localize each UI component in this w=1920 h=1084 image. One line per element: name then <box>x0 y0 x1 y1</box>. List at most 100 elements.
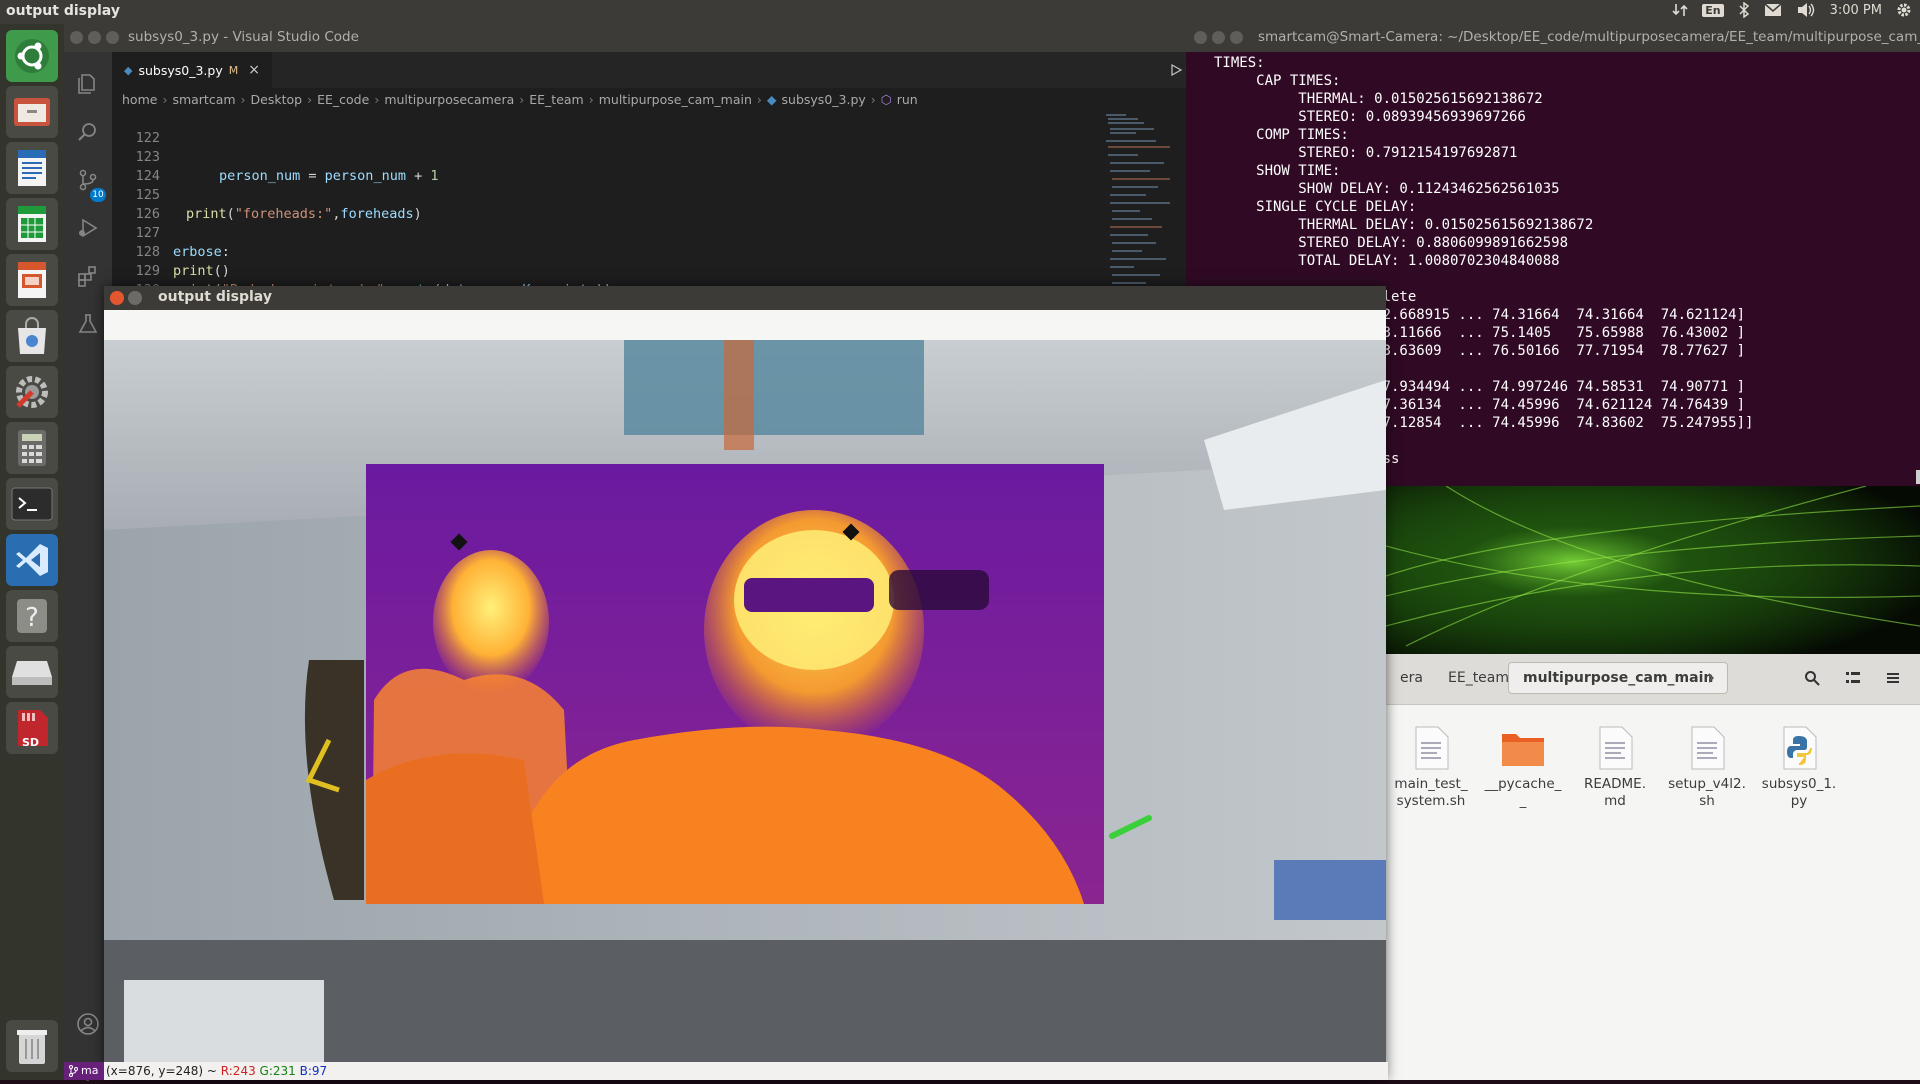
terminal-icon[interactable] <box>6 478 58 530</box>
vscode-window-title: subsys0_3.py - Visual Studio Code <box>128 29 359 45</box>
close-button[interactable] <box>110 291 124 305</box>
breadcrumb-item[interactable]: multipurposecamera <box>384 92 514 107</box>
account-icon[interactable] <box>76 1012 100 1036</box>
minimize-button[interactable] <box>88 31 101 44</box>
software-icon[interactable] <box>6 310 58 362</box>
folder-icon <box>1502 734 1544 766</box>
terminal-line: COMP TIMES: <box>1214 127 1349 143</box>
output-titlebar[interactable]: output display <box>104 286 1386 310</box>
writer-icon[interactable] <box>6 142 58 194</box>
folder-item[interactable]: __pycache_ _ <box>1478 726 1568 810</box>
impress-icon[interactable] <box>6 254 58 306</box>
terminal-line: STEREO: 0.08939456939697266 <box>1214 109 1526 125</box>
terminal-line: CAP TIMES: <box>1214 73 1341 89</box>
run-debug-icon[interactable] <box>76 216 100 240</box>
trash-icon[interactable] <box>6 1020 58 1072</box>
calculator-icon[interactable] <box>6 422 58 474</box>
breadcrumb-item[interactable]: EE_team <box>529 92 583 107</box>
minimize-button[interactable] <box>1212 31 1225 44</box>
search-icon[interactable] <box>76 120 100 144</box>
tab-close-icon[interactable]: × <box>248 62 260 78</box>
close-button[interactable] <box>1194 31 1207 44</box>
vscode-titlebar[interactable]: subsys0_3.py - Visual Studio Code <box>64 24 1186 52</box>
breadcrumb-item[interactable]: home <box>122 92 157 107</box>
chevron-right-icon[interactable] <box>1708 672 1716 684</box>
file-item[interactable]: README. md <box>1570 726 1660 810</box>
file-item[interactable]: setup_v4l2. sh <box>1662 726 1752 810</box>
terminal-line: SHOW DELAY: 0.11243462562561035 <box>1214 181 1560 197</box>
file-name: subsys0_1. py <box>1761 776 1837 809</box>
file-item[interactable]: subsys0_1. py <box>1754 726 1844 810</box>
pixel-blue: B:97 <box>299 1064 328 1078</box>
terminal-line: TIMES: <box>1214 55 1265 71</box>
clock[interactable]: 3:00 PM <box>1830 3 1882 18</box>
code-line: 124 <box>112 148 1012 184</box>
calc-icon[interactable] <box>6 198 58 250</box>
files-icon[interactable] <box>6 86 58 138</box>
terminal-line: STEREO DELAY: 0.8806099891662598 <box>1214 235 1569 251</box>
testing-flask-icon[interactable] <box>76 312 100 336</box>
menu-icon[interactable] <box>1886 671 1900 685</box>
breadcrumb-item[interactable]: subsys0_3.py <box>782 92 866 107</box>
output-status-bar: (x=876, y=248) ~ R:243 G:231 B:97 <box>104 1062 1388 1080</box>
vscode-icon[interactable] <box>6 534 58 586</box>
code-editor[interactable]: 122 123 person_num = person_num + 1 124 … <box>112 110 1166 310</box>
breadcrumb-item[interactable]: multipurpose_cam_main <box>599 92 752 107</box>
output-display-window: output display (x=876, y=248) ~ R:243 G:… <box>104 286 1388 1080</box>
code-line: 127 erbose: <box>112 205 1012 260</box>
vscode-status-bar: ma <box>64 1062 104 1080</box>
terminal-scrollbar[interactable] <box>1916 470 1920 484</box>
minimize-button[interactable] <box>128 291 142 305</box>
svg-text:?: ? <box>25 603 39 633</box>
breadcrumb-item[interactable]: Desktop <box>251 92 303 107</box>
camera-image[interactable] <box>104 340 1386 1062</box>
maximize-button[interactable] <box>106 31 119 44</box>
help-icon[interactable]: ? <box>6 590 58 642</box>
sd-card-icon[interactable]: SD <box>6 702 58 754</box>
path-bar: era EE_team multipurpose_cam_main <box>1386 654 1920 705</box>
code-line: 130 <box>112 262 1012 298</box>
maximize-button[interactable] <box>1230 31 1243 44</box>
terminal-line: THERMAL DELAY: 0.015025615692138672 <box>1214 217 1594 233</box>
volume-icon[interactable] <box>1796 2 1816 18</box>
keyboard-layout-indicator[interactable]: En <box>1702 3 1724 17</box>
ubuntu-dash-icon[interactable] <box>6 30 58 82</box>
search-icon[interactable] <box>1804 670 1820 686</box>
python-file-icon: ◆ <box>124 63 133 77</box>
breadcrumb-item[interactable]: EE_code <box>317 92 369 107</box>
extensions-icon[interactable] <box>76 264 100 288</box>
close-button[interactable] <box>70 31 83 44</box>
settings-icon[interactable] <box>6 366 58 418</box>
file-name: main_test_ system.sh <box>1394 776 1468 809</box>
breadcrumb-item[interactable]: smartcam <box>172 92 235 107</box>
output-toolbar <box>104 310 1386 341</box>
bluetooth-icon[interactable] <box>1738 2 1750 18</box>
git-branch-icon[interactable] <box>68 1065 78 1077</box>
file-item[interactable]: main_test_ system.sh <box>1386 726 1476 810</box>
minimap[interactable] <box>1100 110 1186 310</box>
terminal-window-title: smartcam@Smart-Camera: ~/Desktop/EE_code… <box>1258 29 1920 45</box>
path-button-current[interactable]: multipurpose_cam_main <box>1508 662 1729 694</box>
tab-subsys0-3[interactable]: ◆ subsys0_3.py M × <box>112 52 272 88</box>
text-file-icon <box>1691 726 1725 770</box>
drive-icon[interactable] <box>6 646 58 698</box>
terminal-line: TOTAL DELAY: 1.0080702304840088 <box>1214 253 1560 269</box>
terminal-line: THERMAL: 0.015025615692138672 <box>1214 91 1543 107</box>
git-branch-label[interactable]: ma <box>81 1064 98 1077</box>
output-window-title: output display <box>158 289 272 305</box>
breadcrumb: home › smartcam › Desktop › EE_code › multip… <box>122 91 918 107</box>
tab-label: subsys0_3.py <box>138 62 223 78</box>
terminal-titlebar[interactable]: smartcam@Smart-Camera: ~/Desktop/EE_code… <box>1186 24 1920 52</box>
launcher: ? SD <box>0 24 65 1080</box>
view-list-icon[interactable] <box>1846 671 1860 685</box>
code-line: 129 print("Body keypoints: \n" + str(dat… <box>112 243 1012 298</box>
explorer-icon[interactable] <box>76 72 100 96</box>
breadcrumb-item[interactable]: run <box>897 92 918 107</box>
terminal-line: SINGLE CYCLE DELAY: <box>1214 199 1417 215</box>
path-button[interactable]: era <box>1386 662 1437 694</box>
network-icon[interactable] <box>1672 2 1688 18</box>
run-python-file-icon[interactable] <box>1170 64 1182 76</box>
scm-badge: 10 <box>90 188 106 202</box>
gear-icon[interactable] <box>1896 2 1912 18</box>
mail-icon[interactable] <box>1764 3 1782 17</box>
